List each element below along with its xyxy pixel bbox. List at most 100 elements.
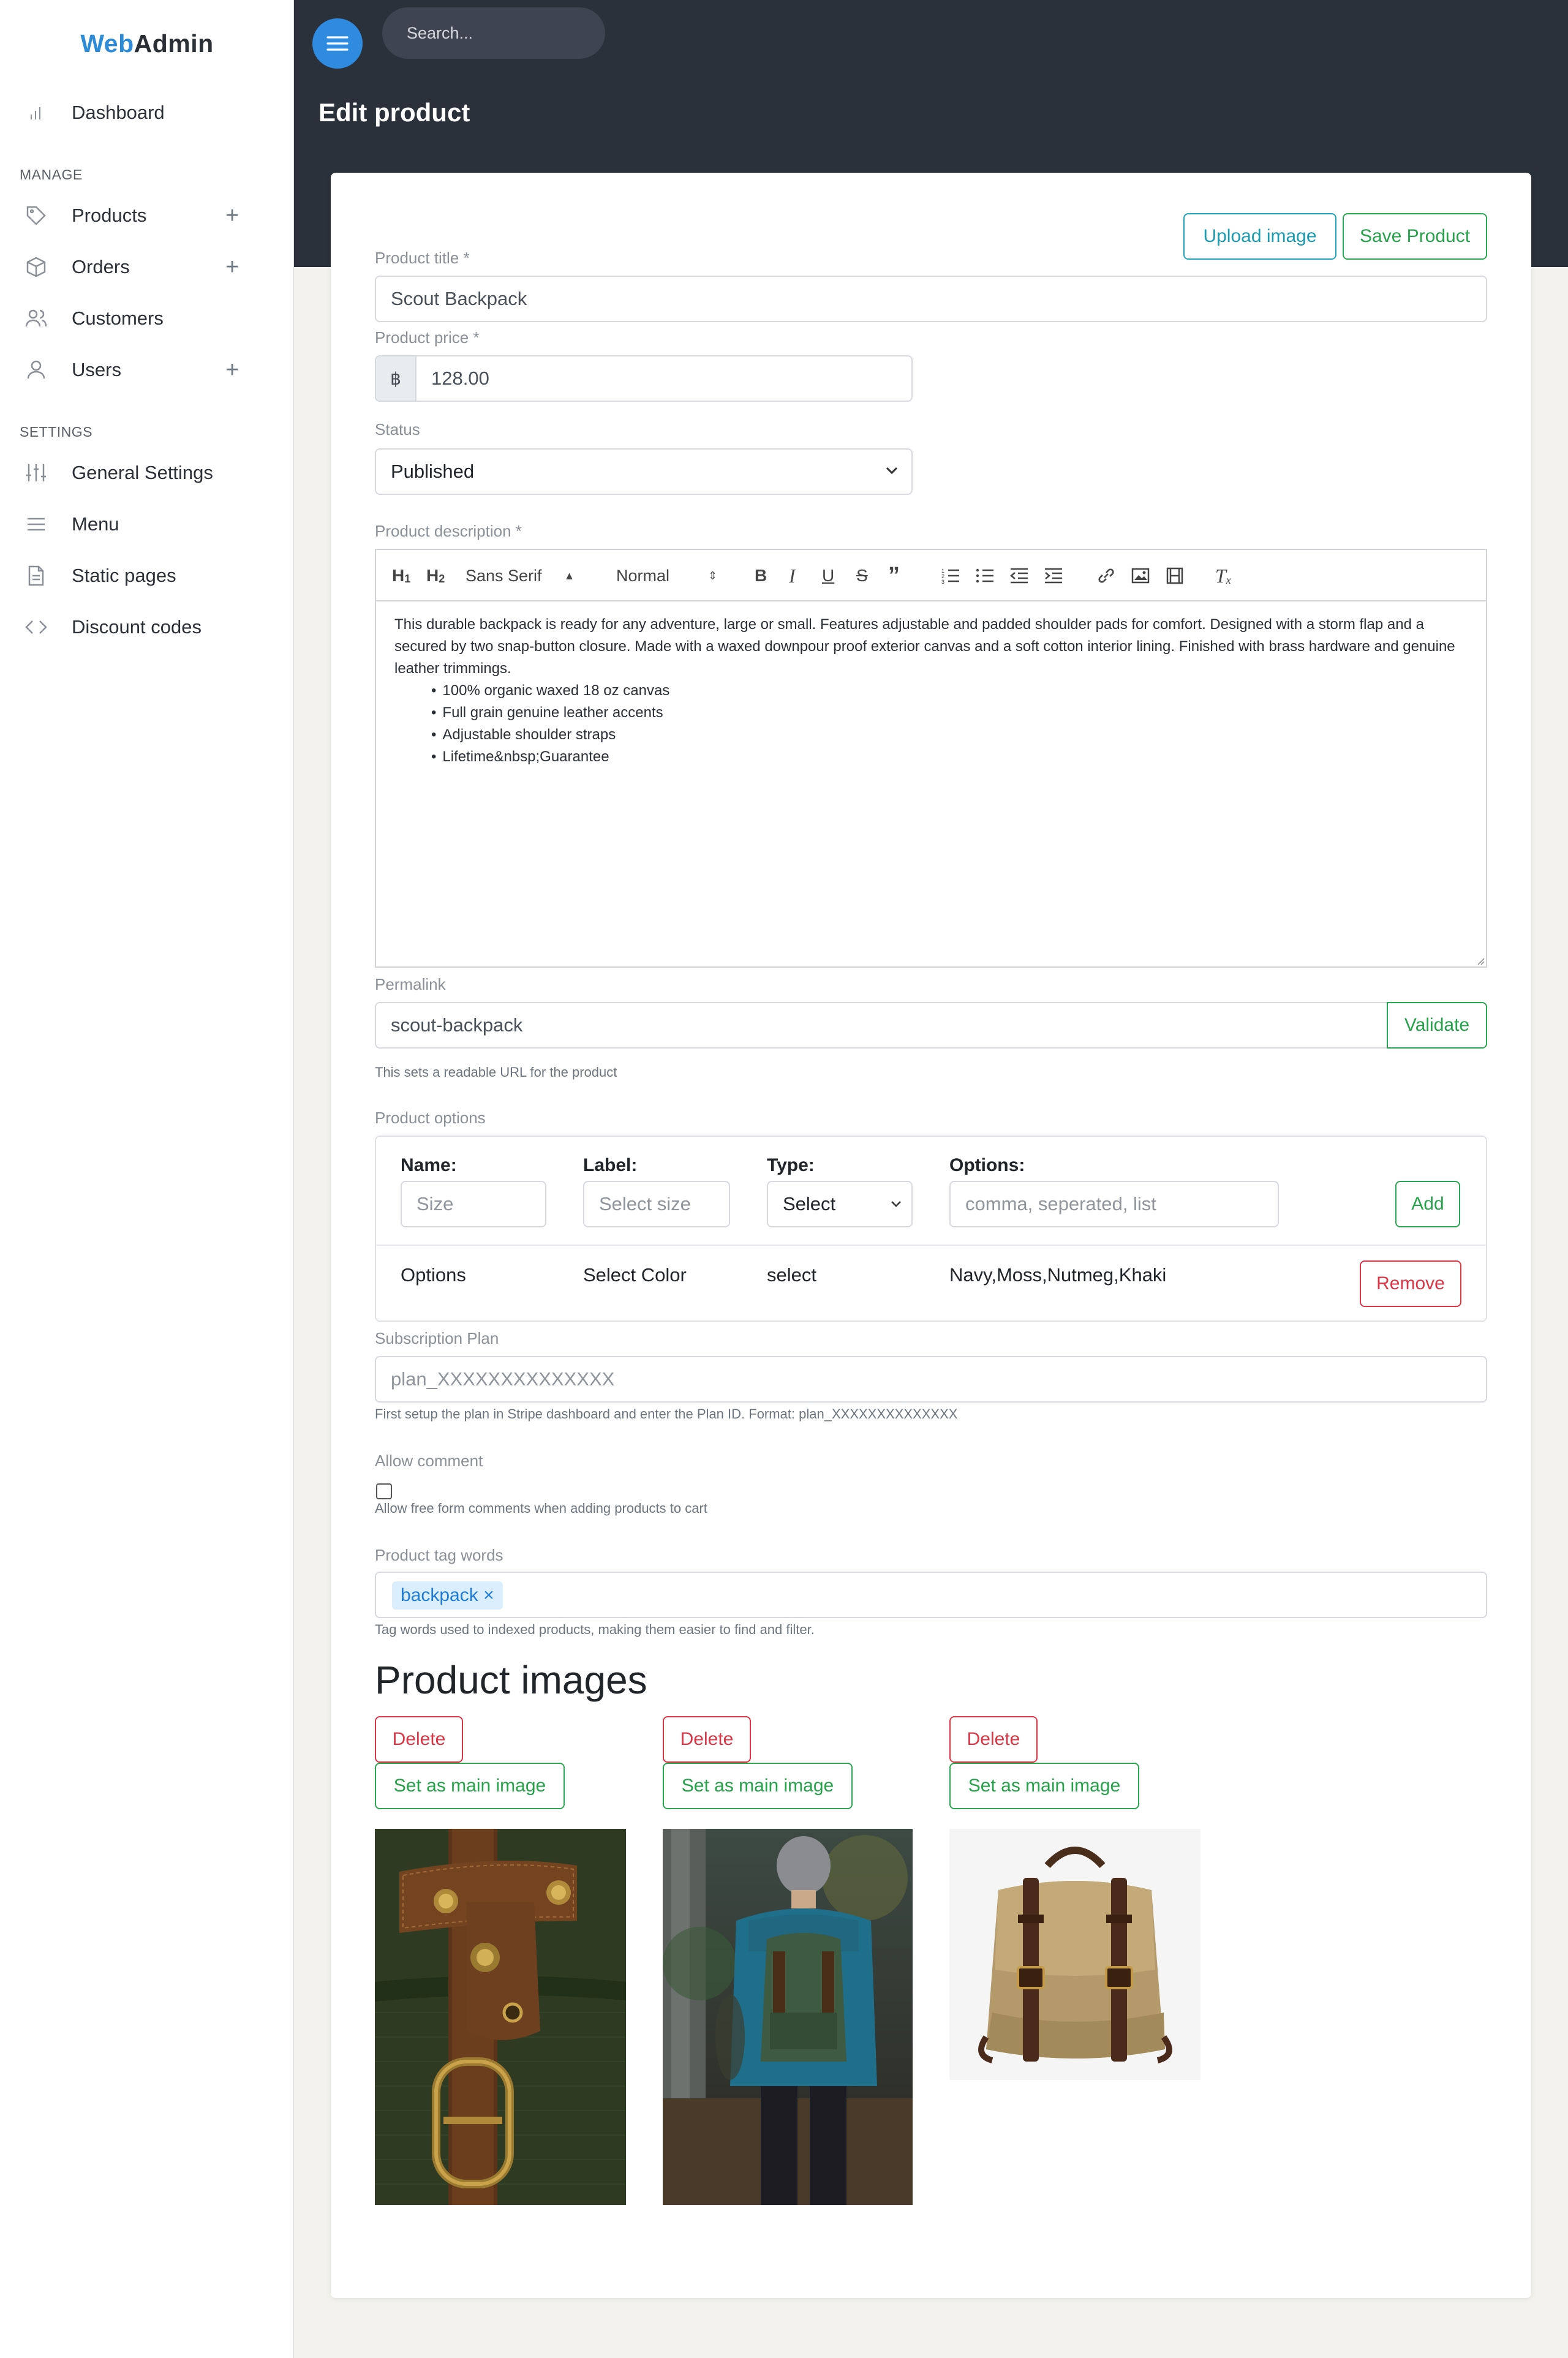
hamburger-menu-button[interactable] <box>312 18 363 69</box>
file-icon <box>24 564 48 587</box>
sidebar-item-users[interactable]: Users + <box>0 344 294 396</box>
option-label-input[interactable]: Select size <box>583 1181 730 1227</box>
sliders-icon <box>24 461 48 484</box>
permalink-input[interactable]: scout-backpack <box>375 1002 1389 1049</box>
underline-button[interactable]: U <box>822 550 834 601</box>
description-editor[interactable]: H1 H2 Sans Serif ▲ Normal ⇕ B I U S ” 123… <box>375 549 1487 968</box>
sidebar-item-orders[interactable]: Orders + <box>0 241 294 293</box>
subscription-plan-label: Subscription Plan <box>375 1329 499 1347</box>
clear-format-button[interactable]: Tx <box>1215 550 1231 601</box>
set-main-image-button[interactable]: Set as main image <box>949 1763 1139 1809</box>
add-option-button[interactable]: Add <box>1395 1181 1460 1227</box>
description-bullets: 100% organic waxed 18 oz canvas Full gra… <box>431 680 1472 768</box>
code-icon <box>24 616 48 639</box>
permalink-label: Permalink <box>375 975 446 993</box>
delete-image-button[interactable]: Delete <box>949 1716 1038 1763</box>
sidebar-item-label: Static pages <box>72 565 176 586</box>
video-icon <box>1166 567 1183 584</box>
editor-content[interactable]: This durable backpack is ready for any a… <box>394 614 1472 768</box>
remove-option-button[interactable]: Remove <box>1360 1260 1461 1307</box>
sidebar-item-customers[interactable]: Customers <box>0 293 294 344</box>
upload-image-button[interactable]: Upload image <box>1183 213 1336 260</box>
bold-button[interactable]: B <box>755 550 767 601</box>
set-main-image-button[interactable]: Set as main image <box>375 1763 565 1809</box>
product-options-label: Product options <box>375 1109 486 1127</box>
option-type-header: Type: <box>767 1155 815 1175</box>
sidebar-item-dashboard[interactable]: Dashboard <box>0 87 294 138</box>
heading2-button[interactable]: H2 <box>426 550 445 601</box>
allow-comment-checkbox[interactable] <box>376 1483 392 1499</box>
product-images-heading: Product images <box>375 1658 647 1702</box>
manage-heading: MANAGE <box>20 167 83 183</box>
bullet-list-icon <box>976 568 993 583</box>
list-item: Full grain genuine leather accents <box>431 702 1472 724</box>
list-item: 100% organic waxed 18 oz canvas <box>431 680 1472 702</box>
resize-handle-icon[interactable] <box>1476 957 1485 965</box>
font-size-chevron-icon: ⇕ <box>708 569 718 582</box>
option-row-values: Navy,Moss,Nutmeg,Khaki <box>949 1264 1167 1286</box>
product-image-strap <box>375 1829 626 2205</box>
delete-image-button[interactable]: Delete <box>375 1716 463 1763</box>
set-main-image-button[interactable]: Set as main image <box>663 1763 853 1809</box>
status-select[interactable]: Published <box>375 448 913 495</box>
delete-image-button[interactable]: Delete <box>663 1716 751 1763</box>
status-label: Status <box>375 420 420 439</box>
video-button[interactable] <box>1165 550 1185 601</box>
product-description-label: Product description * <box>375 522 522 540</box>
outdent-button[interactable] <box>1009 550 1029 601</box>
brand-logo[interactable]: WebAdmin <box>0 29 294 58</box>
option-values-input[interactable]: comma, seperated, list <box>949 1181 1279 1227</box>
sidebar: WebAdmin Dashboard MANAGE Products + Ord… <box>0 0 294 2358</box>
product-options-table <box>375 1136 1487 1322</box>
option-label-header: Label: <box>583 1155 638 1175</box>
option-name-input[interactable]: Size <box>401 1181 546 1227</box>
option-row-label: Select Color <box>583 1264 687 1286</box>
option-values-header: Options: <box>949 1155 1025 1175</box>
svg-text:3: 3 <box>941 579 944 585</box>
tag-badge[interactable]: backpack × <box>392 1581 503 1610</box>
link-button[interactable] <box>1096 550 1116 601</box>
strike-button[interactable]: S <box>856 550 868 601</box>
price-value: 128.00 <box>431 367 489 389</box>
updown-icon: ▲ <box>564 569 575 582</box>
allow-comment-help: Allow free form comments when adding pro… <box>375 1501 707 1516</box>
sidebar-item-label: Discount codes <box>72 616 202 638</box>
permalink-help: This sets a readable URL for the product <box>375 1064 617 1080</box>
indent-icon <box>1045 568 1062 584</box>
sidebar-item-static-pages[interactable]: Static pages <box>0 550 294 601</box>
sidebar-item-products[interactable]: Products + <box>0 190 294 241</box>
add-user-icon[interactable]: + <box>225 357 239 383</box>
product-title-label: Product title * <box>375 249 470 267</box>
indent-button[interactable] <box>1044 550 1063 601</box>
allow-comment-label: Allow comment <box>375 1452 483 1470</box>
add-order-icon[interactable]: + <box>225 254 239 281</box>
font-size-select[interactable]: Normal <box>616 550 669 601</box>
page-title: Edit product <box>318 98 470 127</box>
heading1-button[interactable]: H1 <box>392 550 410 601</box>
sidebar-item-label: Products <box>72 205 147 226</box>
font-family-select[interactable]: Sans Serif ▲ <box>466 550 575 601</box>
add-product-icon[interactable]: + <box>225 203 239 229</box>
description-text: This durable backpack is ready for any a… <box>394 616 1455 677</box>
product-price-input[interactable]: ฿ 128.00 <box>375 355 913 402</box>
subscription-plan-input[interactable]: plan_XXXXXXXXXXXXXX <box>375 1356 1487 1403</box>
product-image-hiker <box>663 1829 913 2205</box>
bullet-list-button[interactable] <box>975 550 995 601</box>
ordered-list-icon: 123 <box>941 568 959 585</box>
blockquote-button[interactable]: ” <box>888 550 900 601</box>
tags-input[interactable] <box>375 1572 1487 1618</box>
save-product-button[interactable]: Save Product <box>1343 213 1487 260</box>
ordered-list-button[interactable]: 123 <box>941 550 960 601</box>
sidebar-item-menu[interactable]: Menu <box>0 499 294 550</box>
italic-button[interactable]: I <box>789 550 796 601</box>
sidebar-item-discount-codes[interactable]: Discount codes <box>0 601 294 653</box>
sidebar-item-general-settings[interactable]: General Settings <box>0 447 294 499</box>
image-button[interactable] <box>1131 550 1150 601</box>
users-icon <box>24 307 48 330</box>
product-title-input[interactable]: Scout Backpack <box>375 276 1487 322</box>
chevron-down-icon <box>891 1201 901 1207</box>
search-input[interactable] <box>382 7 605 59</box>
option-type-select[interactable]: Select <box>767 1181 913 1227</box>
validate-button[interactable]: Validate <box>1387 1002 1487 1049</box>
sidebar-item-label: Orders <box>72 256 130 277</box>
